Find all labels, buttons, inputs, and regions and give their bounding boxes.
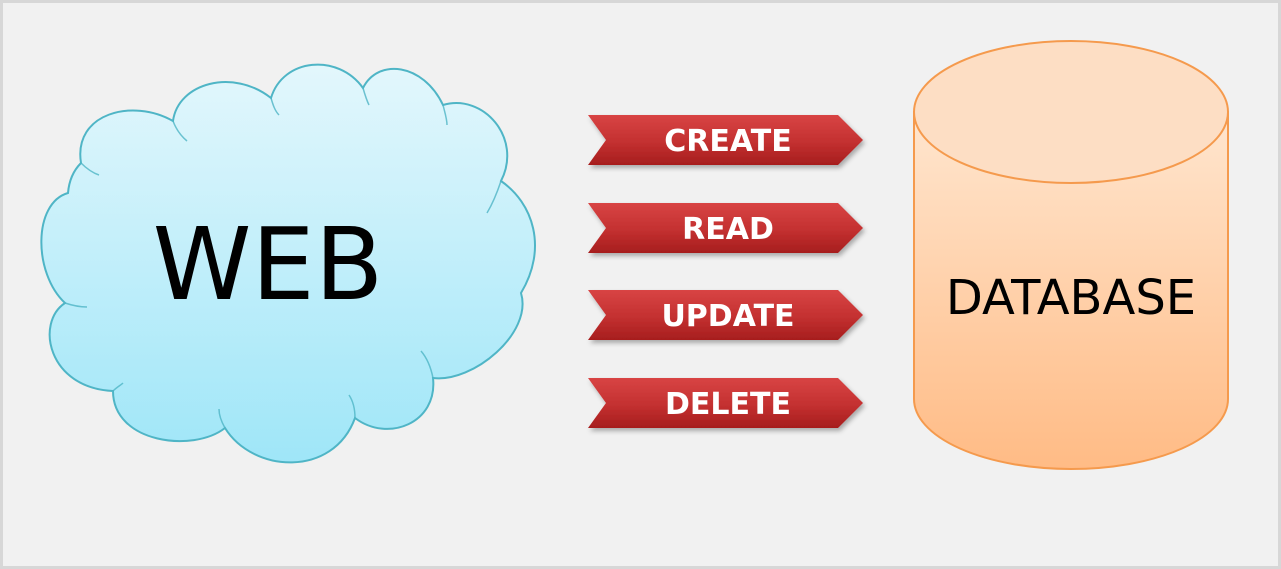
create-arrow: CREATE	[588, 115, 863, 165]
database-label: DATABASE	[946, 270, 1196, 326]
update-label: UPDATE	[661, 299, 794, 334]
delete-label: DELETE	[665, 387, 791, 422]
cylinder-top	[913, 40, 1229, 184]
web-label: WEB	[153, 206, 384, 323]
delete-arrow: DELETE	[588, 378, 863, 428]
crud-diagram: WEB CREATE READ UPDATE DELETE DATABASE	[40, 40, 1229, 470]
read-label: READ	[682, 212, 774, 247]
update-arrow: UPDATE	[588, 290, 863, 340]
operation-arrows: CREATE READ UPDATE DELETE	[588, 115, 863, 428]
diagram-canvas: WEB CREATE READ UPDATE DELETE DATABASE	[0, 0, 1281, 569]
cloud-shape: WEB	[40, 63, 536, 464]
cylinder-shape: DATABASE	[913, 40, 1229, 470]
read-arrow: READ	[588, 203, 863, 253]
create-label: CREATE	[664, 124, 791, 159]
